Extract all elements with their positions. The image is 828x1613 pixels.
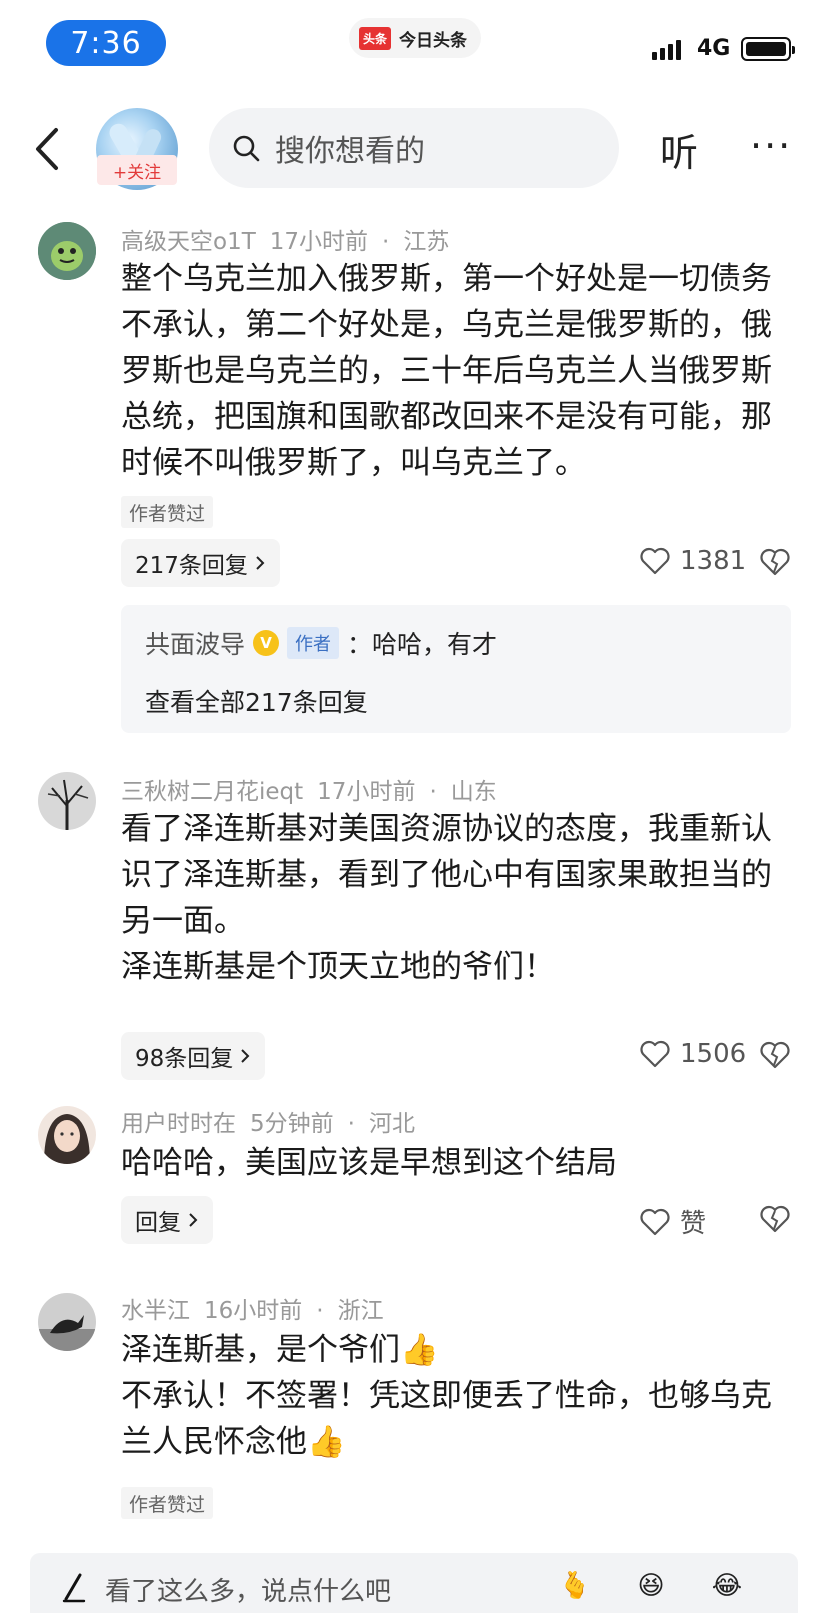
comment-input-bar[interactable]: 看了这么多，说点什么吧 🫰 😆 😂	[30, 1553, 798, 1613]
finger-heart-emoji-button[interactable]: 🫰	[552, 1563, 598, 1609]
verified-icon: V	[253, 630, 280, 656]
comment-location: 河北	[368, 1111, 415, 1137]
app-badge: 头条 今日头条	[349, 18, 482, 58]
heart-icon	[640, 1040, 670, 1068]
comment-meta: 用户时时在 5分钟前 · 河北	[121, 1111, 415, 1137]
dislike-button[interactable]	[760, 548, 790, 580]
battery-icon	[741, 37, 795, 61]
more-button[interactable]: ···	[750, 124, 792, 168]
status-bar: 7:36 头条 今日头条 4G	[0, 0, 828, 90]
listen-button[interactable]: 听	[660, 122, 698, 177]
comment-meta: 三秋树二月花ieqt 17小时前 · 山东	[121, 779, 497, 805]
comment-time: 17小时前	[317, 779, 416, 805]
heart-icon	[640, 1208, 670, 1235]
broken-heart-icon	[760, 1205, 790, 1233]
like-button[interactable]: 1506	[640, 1039, 746, 1069]
dislike-button[interactable]	[760, 1205, 790, 1237]
follow-button[interactable]: +关注	[97, 155, 177, 185]
heart-icon	[640, 547, 670, 575]
like-label: 赞	[680, 1209, 707, 1239]
tree-avatar-icon	[38, 772, 96, 830]
pen-icon	[62, 1573, 86, 1603]
chevron-right-icon	[241, 1049, 250, 1063]
comment-username[interactable]: 三秋树二月花ieqt	[121, 779, 303, 805]
comment-text: 泽连斯基，是个爷们👍 不承认！不签署！凭这即便丢了性命，也够乌克兰人民怀念他👍	[121, 1332, 772, 1460]
comment-meta: 水半江 16小时前 · 浙江	[121, 1298, 384, 1324]
search-placeholder: 搜你想看的	[275, 134, 425, 169]
frog-avatar-icon	[38, 222, 96, 280]
like-button[interactable]: 赞	[640, 1203, 706, 1240]
author-liked-badge: 作者赞过	[121, 496, 214, 528]
comment-text: 哈哈哈，美国应该是早想到这个结局	[121, 1145, 617, 1181]
comment-text: 看了泽连斯基对美国资源协议的态度，我重新认识了泽连斯基，看到了他心中有国家果敢担…	[121, 811, 772, 985]
like-count: 1381	[680, 546, 747, 576]
view-replies-button[interactable]: 217条回复	[121, 539, 280, 587]
avatar[interactable]	[38, 772, 96, 830]
person-avatar-icon	[38, 1106, 96, 1164]
avatar[interactable]	[38, 222, 96, 280]
tears-of-joy-emoji-button[interactable]: 😂	[704, 1563, 750, 1609]
comment-input-placeholder: 看了这么多，说点什么吧	[105, 1577, 392, 1607]
comment-location: 江苏	[403, 229, 450, 255]
comment-username[interactable]: 高级天空o1T	[121, 229, 256, 255]
comment-username[interactable]: 水半江	[121, 1298, 190, 1324]
reply-text: ：哈哈，有才	[347, 630, 498, 659]
comment-time: 16小时前	[204, 1298, 303, 1324]
broken-heart-icon	[760, 1041, 790, 1069]
comment-username[interactable]: 用户时时在	[121, 1111, 236, 1137]
comment-location: 山东	[450, 779, 497, 805]
header: +关注 搜你想看的 听 ···	[0, 100, 828, 200]
app-badge-text: 今日头条	[399, 30, 468, 51]
laugh-emoji-button[interactable]: 😆	[628, 1563, 674, 1609]
reply-author-name[interactable]: 共面波导	[145, 625, 245, 661]
search-input[interactable]: 搜你想看的	[209, 108, 619, 188]
chevron-left-icon	[36, 128, 58, 170]
comment-text: 整个乌克兰加入俄罗斯，第一个好处是一切债务不承认，第二个好处是，乌克兰是俄罗斯的…	[121, 261, 772, 481]
signal-icon	[652, 40, 681, 60]
chevron-right-icon	[256, 556, 265, 570]
view-all-replies-link[interactable]: 查看全部217条回复	[145, 683, 368, 719]
comment-time: 17小时前	[269, 229, 369, 255]
comment-location: 浙江	[337, 1298, 384, 1324]
whale-avatar-icon	[38, 1293, 96, 1351]
app-logo: 头条	[359, 26, 392, 50]
reply-preview[interactable]: 共面波导 V 作者 ：哈哈，有才 查看全部217条回复	[121, 605, 791, 733]
view-replies-button[interactable]: 98条回复	[121, 1032, 266, 1080]
author-tag: 作者	[287, 627, 340, 659]
broken-heart-icon	[760, 548, 790, 576]
network-type: 4G	[697, 36, 731, 61]
chevron-right-icon	[189, 1213, 198, 1227]
status-time: 7:36	[46, 20, 166, 66]
like-button[interactable]: 1381	[640, 546, 746, 576]
reply-button[interactable]: 回复	[121, 1196, 213, 1244]
avatar[interactable]	[38, 1106, 96, 1164]
comment-meta: 高级天空o1T 17小时前 · 江苏	[121, 229, 450, 255]
like-count: 1506	[680, 1039, 747, 1069]
dislike-button[interactable]	[760, 1041, 790, 1073]
back-button[interactable]	[28, 124, 68, 174]
search-icon	[233, 135, 260, 162]
author-liked-badge: 作者赞过	[121, 1487, 214, 1519]
avatar[interactable]	[38, 1293, 96, 1351]
comment-time: 5分钟前	[250, 1111, 334, 1137]
